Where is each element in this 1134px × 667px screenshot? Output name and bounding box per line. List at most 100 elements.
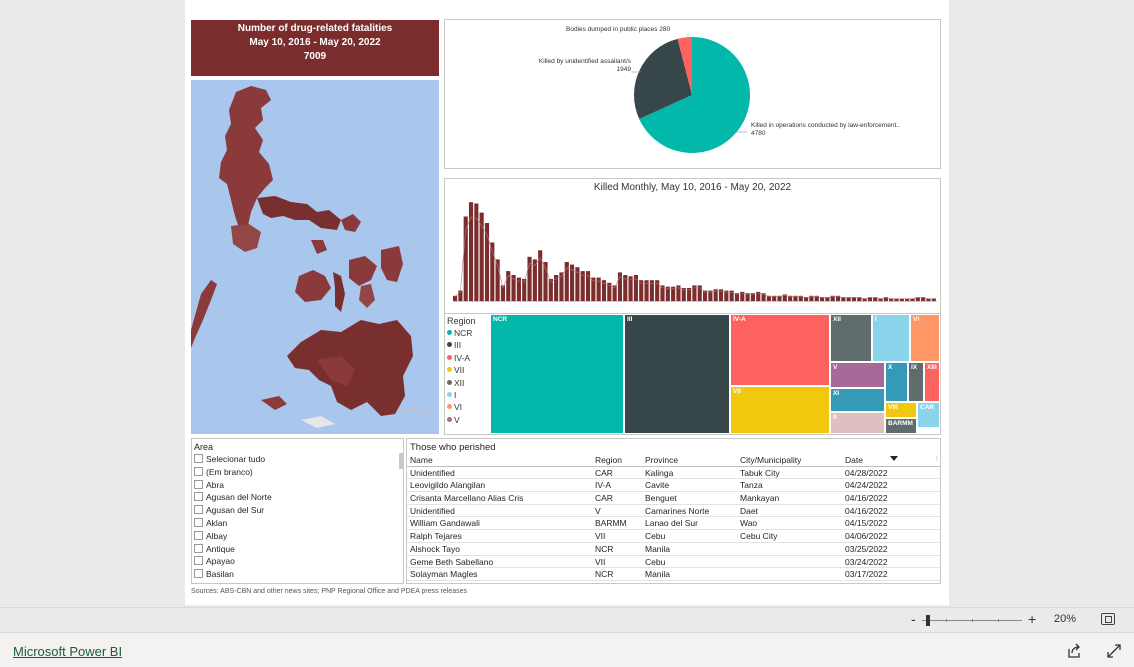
treemap-cell-i[interactable]: I bbox=[872, 314, 910, 362]
table-row[interactable]: Solayman Magles NCR Manila 03/17/2022 bbox=[407, 568, 940, 581]
treemap-cell-barmm[interactable]: BARMM bbox=[885, 418, 917, 434]
area-scrollbar[interactable] bbox=[399, 453, 403, 469]
header-name[interactable]: Name bbox=[410, 454, 433, 467]
treemap-cell-ii[interactable]: II bbox=[830, 412, 885, 434]
victims-table[interactable]: Those who perished Name Region Province … bbox=[406, 438, 941, 584]
area-option[interactable]: Abra bbox=[192, 479, 403, 492]
table-row[interactable]: Unidentified CAR Kalinga Tabuk City 04/28/20… bbox=[407, 467, 940, 480]
legend-item[interactable]: VI bbox=[447, 401, 489, 413]
title-line-1: Number of drug-related fatalities bbox=[237, 23, 393, 34]
checkbox-icon[interactable] bbox=[194, 466, 203, 476]
area-option[interactable]: Apayao bbox=[192, 555, 403, 568]
header-date[interactable]: Date bbox=[845, 454, 863, 467]
power-bi-link[interactable]: Microsoft Power BI bbox=[13, 644, 122, 659]
fullscreen-icon[interactable] bbox=[1106, 643, 1122, 659]
treemap-cell-viii[interactable]: VIII bbox=[885, 402, 917, 418]
treemap-cell-x[interactable]: X bbox=[885, 362, 908, 402]
zoom-bar: - + 20% bbox=[0, 607, 1134, 631]
zoom-tick bbox=[972, 619, 973, 622]
monthly-bar-chart-card[interactable]: Killed Monthly, May 10, 2016 - May 20, 2… bbox=[444, 178, 941, 315]
treemap-cell-vii[interactable]: VII bbox=[730, 386, 830, 434]
legend-label: NCR bbox=[454, 328, 473, 338]
area-option[interactable]: Aklan bbox=[192, 517, 403, 530]
legend-item[interactable]: XII bbox=[447, 377, 489, 389]
table-row[interactable]: Ralph Tejares VII Cebu Cebu City 04/06/2022 bbox=[407, 530, 940, 543]
treemap-cell-vi[interactable]: VI bbox=[910, 314, 940, 362]
title-date-range: May 10, 2016 - May 20, 2022 bbox=[249, 37, 381, 48]
header-region[interactable]: Region bbox=[595, 454, 622, 467]
treemap-cell-v[interactable]: V bbox=[830, 362, 885, 388]
treemap-cell-car[interactable]: CAR bbox=[917, 402, 940, 428]
area-option[interactable]: Agusan del Sur bbox=[192, 504, 403, 517]
checkbox-icon[interactable] bbox=[194, 517, 203, 527]
legend-item[interactable]: NCR bbox=[447, 327, 489, 339]
legend-dot-icon bbox=[447, 342, 452, 348]
header-province[interactable]: Province bbox=[645, 454, 678, 467]
table-row[interactable]: Alshock Tayo NCR Manila 03/25/2022 bbox=[407, 543, 940, 556]
cell-name: Leovigildo Alangilan bbox=[410, 480, 486, 491]
region-treemap-card[interactable]: Region NCR III IV-A VII XII I VI V NCR III IV-A VI… bbox=[444, 313, 941, 435]
cell-date: 03/25/2022 bbox=[845, 543, 888, 554]
checkbox-icon[interactable] bbox=[194, 479, 203, 489]
area-option[interactable]: Agusan del Norte bbox=[192, 491, 403, 504]
map-shapes bbox=[191, 80, 439, 434]
checkbox-icon[interactable] bbox=[194, 530, 203, 540]
checkbox-icon[interactable] bbox=[194, 492, 203, 502]
pie-chart-card[interactable]: Bodies dumped in public places 280 Kille… bbox=[444, 19, 941, 169]
area-option[interactable]: Basilan bbox=[192, 568, 403, 581]
zoom-out-button[interactable]: - bbox=[911, 611, 916, 627]
checkbox-icon[interactable] bbox=[194, 454, 203, 463]
table-row[interactable]: William Gandawali BARMM Lanao del Sur Wao 04… bbox=[407, 517, 940, 531]
table-row[interactable]: Unidentified V Camarines Norte Daet 04/16/20… bbox=[407, 505, 940, 518]
share-icon[interactable] bbox=[1066, 643, 1082, 659]
treemap-cell-xi[interactable]: XI bbox=[830, 388, 885, 412]
checkbox-icon[interactable] bbox=[194, 543, 203, 553]
fit-to-page-icon[interactable] bbox=[1101, 613, 1115, 625]
legend-item[interactable]: III bbox=[447, 339, 489, 351]
treemap-legend: Region NCR III IV-A VII XII I VI V bbox=[447, 316, 489, 426]
area-option[interactable]: Selecionar tudo bbox=[192, 453, 403, 466]
treemap-cell-xiii[interactable]: XIII bbox=[924, 362, 940, 402]
area-option-label: Abra bbox=[206, 479, 224, 490]
table-row[interactable]: Geme Beth Sabellano VII Cebu 03/24/2022 bbox=[407, 556, 940, 569]
cell-region: NCR bbox=[595, 543, 614, 554]
table-row[interactable]: Leovigildo Alangilan IV-A Cavite Tanza 04/24… bbox=[407, 479, 940, 493]
table-row[interactable]: Crisanta Marcellano Alias Cris CAR Benguet… bbox=[407, 492, 940, 505]
zoom-in-button[interactable]: + bbox=[1028, 611, 1036, 627]
treemap-cell-ncr[interactable]: NCR bbox=[490, 314, 624, 434]
checkbox-icon[interactable] bbox=[194, 505, 203, 515]
legend-label: XII bbox=[454, 377, 465, 388]
area-slicer[interactable]: Area Selecionar tudo (Em branco) Abra Agusa… bbox=[191, 438, 404, 584]
header-city[interactable]: City/Municipality bbox=[740, 454, 801, 467]
philippines-map[interactable] bbox=[191, 80, 439, 434]
cell-date: 03/24/2022 bbox=[845, 556, 888, 567]
treemap-cell-iv-a[interactable]: IV-A bbox=[730, 314, 830, 386]
legend-item[interactable]: I bbox=[447, 389, 489, 401]
sort-desc-icon[interactable] bbox=[890, 456, 898, 461]
legend-item[interactable]: V bbox=[447, 414, 489, 426]
legend-dot-icon bbox=[447, 416, 452, 422]
area-option[interactable]: Albay bbox=[192, 530, 403, 543]
checkbox-icon[interactable] bbox=[194, 556, 203, 566]
cell-province: Cebu bbox=[645, 556, 666, 567]
area-option-label: Apayao bbox=[206, 556, 235, 567]
cell-name: Alshock Tayo bbox=[410, 543, 460, 554]
zoom-slider-thumb[interactable] bbox=[926, 615, 930, 626]
legend-label: IV-A bbox=[454, 352, 471, 363]
checkbox-icon[interactable] bbox=[194, 569, 203, 579]
treemap-cell-ix[interactable]: IX bbox=[908, 362, 924, 402]
treemap-cell-label: III bbox=[627, 316, 633, 323]
area-option[interactable]: Antique bbox=[192, 543, 403, 556]
cell-region: BARMM bbox=[595, 518, 627, 529]
pie-label-assailants-value: 1949 bbox=[616, 66, 631, 73]
legend-item[interactable]: VII bbox=[447, 364, 489, 376]
cell-date: 04/16/2022 bbox=[845, 505, 888, 516]
cell-region: V bbox=[595, 505, 601, 516]
zoom-percentage[interactable]: 20% bbox=[1054, 613, 1076, 625]
treemap-cell-iii[interactable]: III bbox=[624, 314, 730, 434]
area-option[interactable]: (Em branco) bbox=[192, 466, 403, 479]
legend-dot-icon bbox=[447, 391, 452, 397]
table-scroll-icon[interactable]: ⁝ bbox=[936, 455, 938, 463]
treemap-cell-xii[interactable]: XII bbox=[830, 314, 872, 362]
legend-item[interactable]: IV-A bbox=[447, 352, 489, 364]
